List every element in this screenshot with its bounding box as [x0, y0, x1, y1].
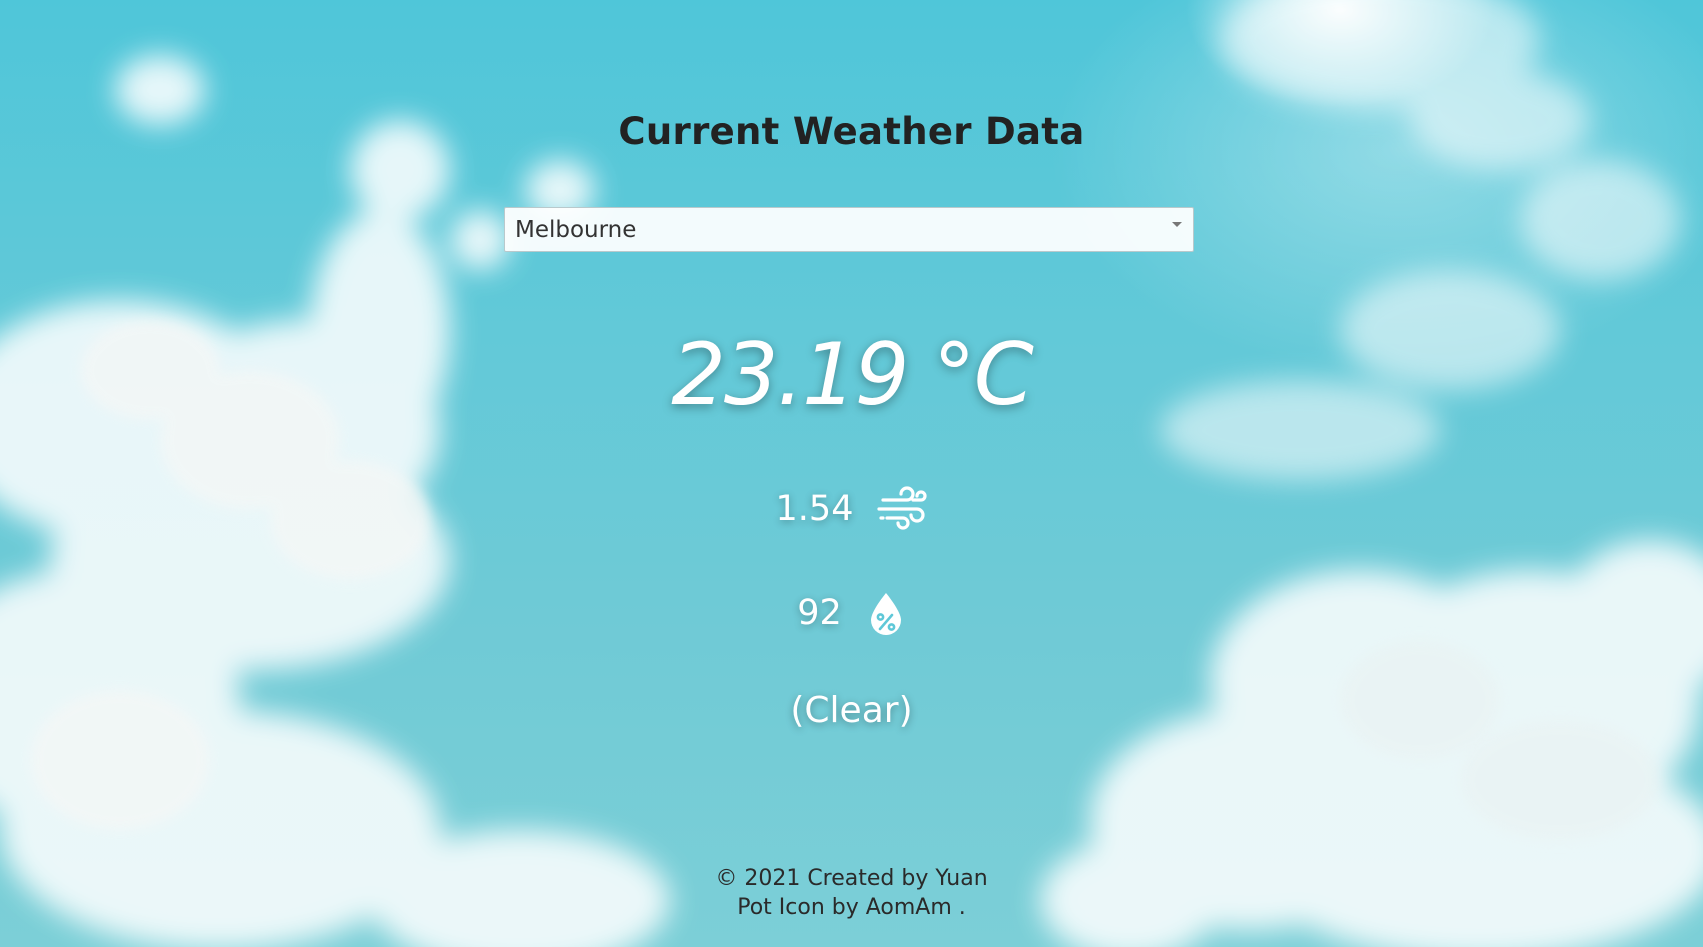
footer-copyright: © 2021 Created by Yuan [715, 866, 988, 891]
humidity-value: 92 [797, 593, 842, 633]
chevron-down-icon[interactable] [1172, 222, 1182, 227]
humidity-drop-icon [870, 593, 901, 635]
wind-icon [877, 486, 928, 530]
humidity-row: 92 [0, 591, 1703, 635]
weather-app: Current Weather Data Melbourne 23.19 °C … [0, 0, 1703, 947]
page-title: Current Weather Data [618, 110, 1085, 153]
wind-speed-value: 1.54 [775, 489, 854, 529]
city-select[interactable]: Melbourne [504, 207, 1194, 252]
wind-row: 1.54 [0, 484, 1703, 534]
temperature-value: 23.19 °C [671, 325, 1034, 425]
weather-condition: (Clear) [790, 690, 913, 731]
city-select-value: Melbourne [515, 216, 637, 243]
footer: © 2021 Created by Yuan Pot Icon by AomAm… [0, 864, 1703, 922]
footer-icon-credit: Pot Icon by AomAm . [737, 895, 966, 920]
